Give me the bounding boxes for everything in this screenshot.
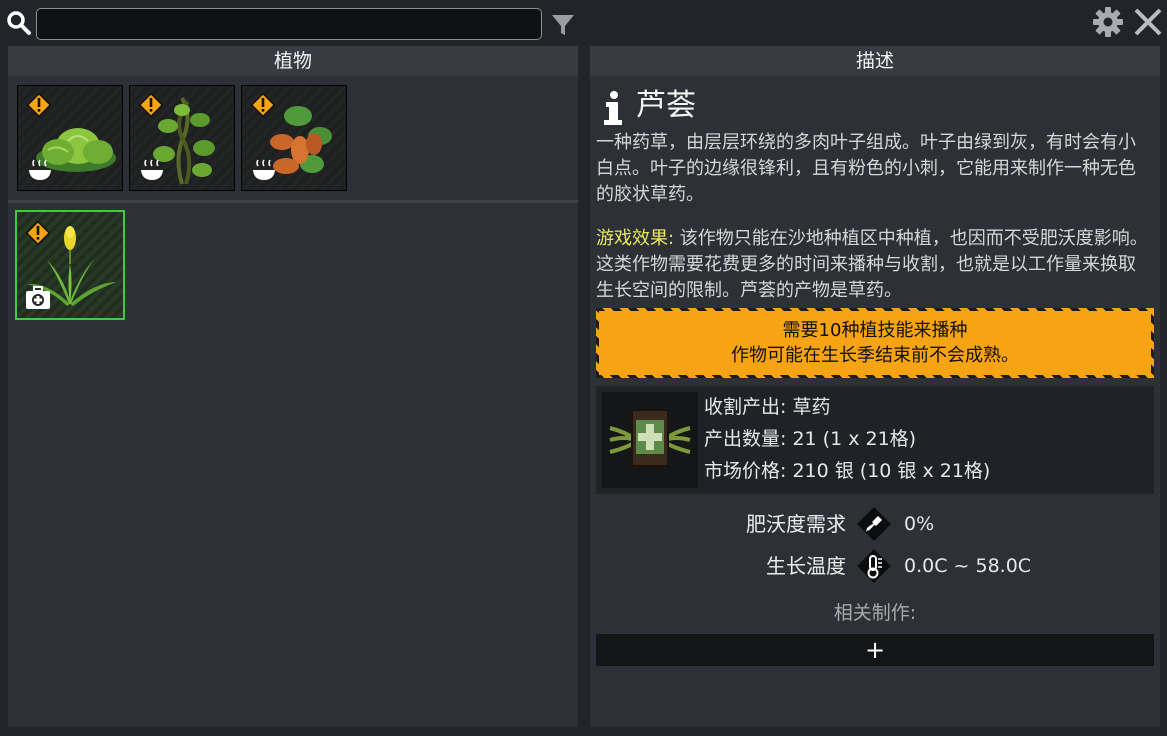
- gear-icon[interactable]: [1092, 6, 1124, 38]
- warning-icon: [25, 220, 51, 246]
- plant-description: 一种药草，由层层环绕的多肉叶子组成。叶子由绿到灰，有时会有小白点。叶子的边缘很锋…: [596, 132, 1136, 205]
- warning-line-1: 需要10种植技能来播种: [782, 320, 968, 341]
- plant-card-vine[interactable]: [129, 85, 235, 191]
- top-bar: [0, 0, 1167, 44]
- market-price: 市场价格: 210 银 (10 银 x 21格): [704, 460, 991, 482]
- game-effect-body: 该作物只能在沙地种植区中种植，也因而不受肥沃度影响。这类作物需要花费更多的时间来…: [596, 228, 1148, 301]
- plant-name: 芦荟: [636, 88, 696, 123]
- food-bowl-icon: [141, 159, 163, 180]
- harvest-yield-box: 收割产出: 草药 产出数量: 21 (1 x 21格) 市场价格: 210 银 …: [596, 386, 1154, 494]
- herbal-medicine-icon: [602, 392, 698, 488]
- plant-list-panel: 植物: [8, 46, 578, 727]
- plant-card-cabbage[interactable]: [17, 85, 123, 191]
- warning-icon: [250, 92, 276, 118]
- harvest-quantity: 产出数量: 21 (1 x 21格): [704, 428, 917, 450]
- search-input[interactable]: [36, 8, 542, 40]
- game-effect-label: 游戏效果:: [596, 228, 675, 249]
- close-icon[interactable]: [1132, 6, 1164, 38]
- food-bowl-icon: [29, 159, 51, 180]
- warning-icon: [138, 92, 164, 118]
- row-divider: [8, 200, 148, 203]
- plant-card-aloe[interactable]: [15, 210, 125, 320]
- warning-line-2: 作物可能在生长季结束前不会成熟。: [731, 345, 1019, 366]
- growth-temperature-value: 0.0C ~ 58.0C: [904, 555, 1032, 577]
- fertility-value: 0%: [904, 513, 935, 535]
- skill-warning-banner: 需要10种植技能来播种 作物可能在生长季结束前不会成熟。: [596, 308, 1154, 378]
- description-panel: 描述 芦荟 一种药草，由层层环绕的多肉叶子组成。叶子由绿到灰，有时会有小白点。叶…: [590, 46, 1160, 727]
- info-icon: [604, 91, 622, 125]
- medicine-kit-icon: [26, 286, 50, 309]
- search-icon[interactable]: [6, 10, 32, 36]
- warning-icon: [26, 92, 52, 118]
- description-header: 描述: [590, 46, 1160, 76]
- row-divider: [148, 200, 578, 203]
- plant-card-sweet-potato[interactable]: [241, 85, 347, 191]
- filter-icon[interactable]: [550, 12, 576, 38]
- harvest-product: 收割产出: 草药: [704, 396, 831, 418]
- add-related-recipe-button[interactable]: +: [596, 634, 1154, 666]
- fertility-label: 肥沃度需求: [746, 512, 846, 536]
- related-crafting-label: 相关制作:: [833, 602, 917, 624]
- food-bowl-icon: [253, 159, 275, 180]
- plant-list-header: 植物: [8, 46, 578, 76]
- trowel-icon: [857, 507, 891, 541]
- thermometer-icon: [857, 549, 891, 583]
- game-effect-text: 游戏效果: 该作物只能在沙地种植区中种植，也因而不受肥沃度影响。这类作物需要花费…: [596, 226, 1151, 304]
- growth-temperature-label: 生长温度: [766, 554, 846, 578]
